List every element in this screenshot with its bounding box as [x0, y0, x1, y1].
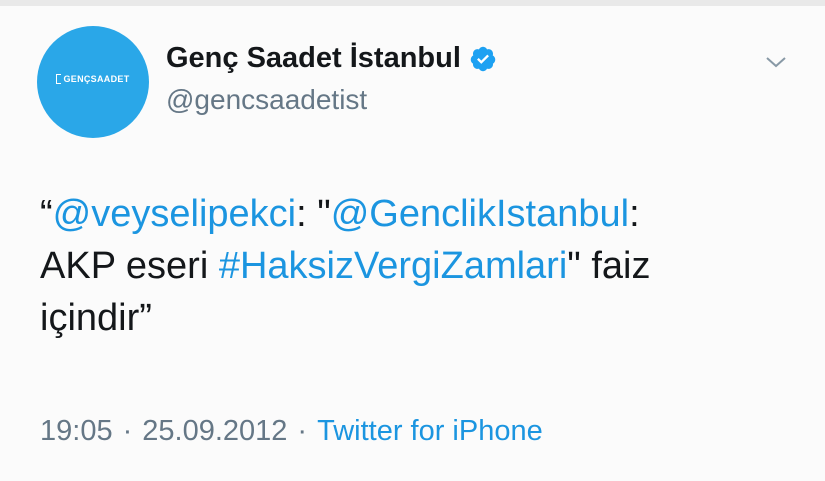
tweet-time[interactable]: 19:05	[40, 415, 113, 448]
tweet-text-segment: içindir	[40, 297, 140, 339]
tweet-text-segment: " faiz	[567, 245, 651, 287]
mention-link[interactable]: @veyselipekci	[53, 193, 296, 235]
tweet-date[interactable]: 25.09.2012	[142, 415, 287, 448]
display-name[interactable]: Genç Saadet İstanbul	[166, 42, 461, 75]
open-quote: “	[40, 193, 53, 235]
tweet-source-link[interactable]: Twitter for iPhone	[317, 415, 543, 448]
tweet-text-segment: :	[629, 193, 640, 235]
hashtag-link[interactable]: #HaksizVergiZamlari	[219, 245, 567, 287]
name-row: Genç Saadet İstanbul	[166, 42, 497, 75]
top-divider	[0, 0, 825, 6]
tweet-text-segment: : "	[296, 193, 331, 235]
meta-separator: ·	[122, 415, 133, 447]
user-handle[interactable]: @gencsaadetist	[166, 84, 367, 116]
tweet-text: “@veyselipekci: "@GenclikIstanbul: AKP e…	[40, 188, 800, 344]
verified-badge-icon	[470, 46, 496, 71]
logo-bracket-icon	[56, 74, 62, 84]
avatar-logo: GENÇSAADET	[56, 74, 129, 84]
tweet-meta: 19:05 · 25.09.2012 · Twitter for iPhone	[40, 415, 543, 448]
tweet-text-segment: AKP eseri	[40, 245, 219, 287]
meta-separator: ·	[297, 415, 308, 447]
chevron-down-icon[interactable]	[764, 54, 788, 70]
avatar-logo-text: GENÇSAADET	[63, 74, 130, 84]
mention-link[interactable]: @GenclikIstanbul	[331, 193, 629, 235]
avatar[interactable]: GENÇSAADET	[37, 26, 149, 138]
close-quote: ”	[139, 297, 152, 339]
tweet-card: GENÇSAADET Genç Saadet İstanbul @gencsaa…	[0, 0, 825, 481]
